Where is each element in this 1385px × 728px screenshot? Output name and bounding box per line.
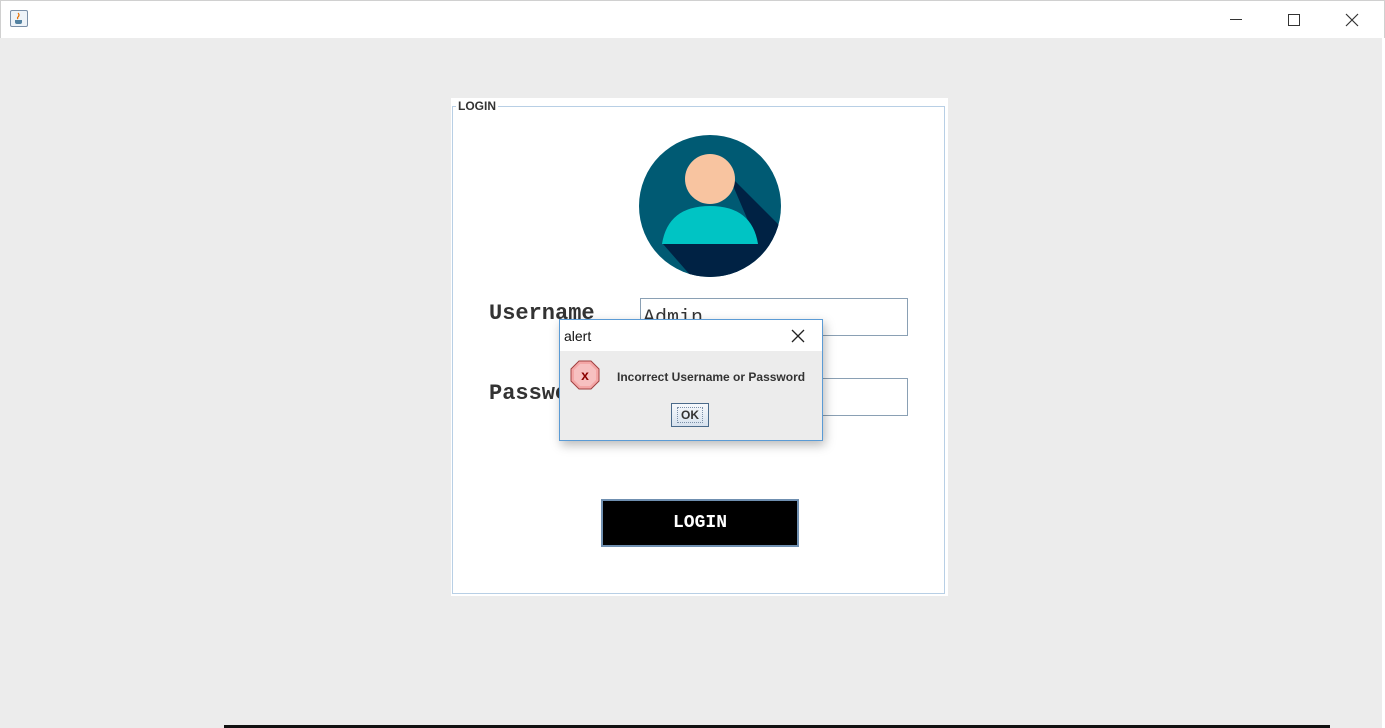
dialog-title: alert (564, 328, 592, 344)
minimize-button[interactable] (1207, 1, 1265, 38)
close-icon[interactable] (788, 326, 808, 346)
java-cup-icon (10, 10, 28, 27)
login-button[interactable]: LOGIN (601, 499, 799, 547)
user-avatar-icon (639, 135, 781, 277)
maximize-icon (1288, 13, 1300, 26)
dialog-message: Incorrect Username or Password (617, 370, 806, 384)
ok-button-label: OK (677, 407, 703, 423)
minimize-icon (1230, 19, 1242, 20)
window-titlebar (0, 0, 1385, 38)
close-icon (1345, 13, 1359, 26)
close-window-button[interactable] (1323, 1, 1381, 38)
dialog-titlebar: alert (560, 320, 822, 351)
login-legend: LOGIN (456, 99, 498, 113)
svg-text:x: x (581, 367, 589, 383)
error-icon: x (570, 360, 600, 390)
maximize-button[interactable] (1265, 1, 1323, 38)
alert-dialog: alert x Incorrect Username or Password O… (559, 319, 823, 441)
ok-button[interactable]: OK (671, 403, 709, 427)
